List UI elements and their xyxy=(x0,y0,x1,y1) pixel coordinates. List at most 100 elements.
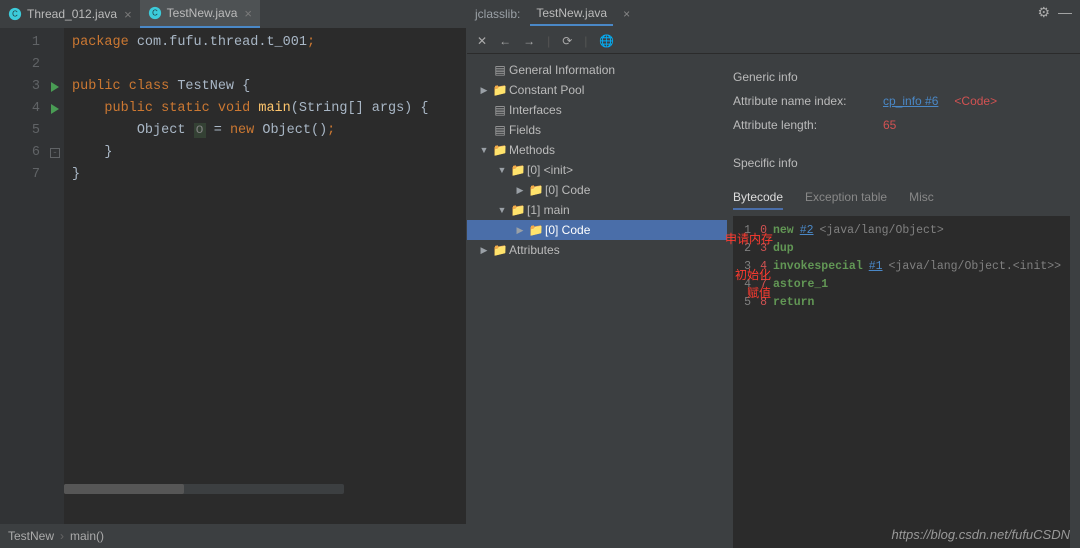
breadcrumb-item[interactable]: main() xyxy=(70,529,104,543)
breadcrumb-item[interactable]: TestNew xyxy=(8,529,54,543)
bc-cp-ref[interactable]: #2 xyxy=(800,222,814,240)
tree-row[interactable]: ▶📁Constant Pool xyxy=(467,80,727,100)
separator: | xyxy=(584,34,587,48)
bc-line: 3 xyxy=(741,258,751,276)
panel-header: jclasslib: TestNew.java × ⚙ — xyxy=(467,0,1080,28)
close-icon[interactable]: × xyxy=(623,7,630,21)
bc-opcode: dup xyxy=(773,240,794,258)
keyword: class xyxy=(129,79,178,94)
tab-bytecode[interactable]: Bytecode xyxy=(733,190,783,210)
chevron-right-icon[interactable]: ▶ xyxy=(513,225,527,236)
code-tag: <Code> xyxy=(954,94,997,108)
tree-row[interactable]: ▤General Information xyxy=(467,60,727,80)
brace: } xyxy=(104,145,112,160)
chevron-right-icon: › xyxy=(60,529,64,543)
bytecode-row: 10new #2 <java/lang/Object> xyxy=(741,222,1062,240)
tree-label: General Information xyxy=(509,63,615,77)
tree-label: Methods xyxy=(509,143,555,157)
bc-offset: 3 xyxy=(757,240,767,258)
panel-toolbar: ✕ ← → | ⟳ | 🌐 xyxy=(467,28,1080,54)
tab-misc[interactable]: Misc xyxy=(909,190,934,210)
close-button[interactable]: ✕ xyxy=(477,34,487,48)
separator: | xyxy=(547,34,550,48)
close-icon[interactable]: × xyxy=(244,6,252,21)
punct: ; xyxy=(327,123,335,138)
panel-tab[interactable]: TestNew.java xyxy=(530,2,613,26)
bc-opcode: return xyxy=(773,294,814,312)
tab-exception-table[interactable]: Exception table xyxy=(805,190,887,210)
keyword: public xyxy=(72,79,129,94)
bc-offset: 8 xyxy=(757,294,767,312)
code-editor[interactable]: 1 2 3 4 5 6 7 - package com.fufu.thread.… xyxy=(0,28,466,524)
tree-label: [0] Code xyxy=(545,183,590,197)
bytecode-row: 58 return xyxy=(741,294,1062,312)
breadcrumb: TestNew › main() xyxy=(0,524,466,548)
chevron-down-icon[interactable]: ▼ xyxy=(495,205,509,215)
line-number: 2 xyxy=(0,54,40,76)
chevron-right-icon[interactable]: ▶ xyxy=(477,85,491,96)
run-icon[interactable] xyxy=(51,82,59,92)
tree-row[interactable]: ▶📁[0] Code xyxy=(467,220,727,240)
tree-row[interactable]: ▶📁Attributes xyxy=(467,240,727,260)
chevron-down-icon[interactable]: ▼ xyxy=(495,165,509,175)
app-root: C Thread_012.java × C TestNew.java × 1 2… xyxy=(0,0,1080,548)
bc-comment: <java/lang/Object> xyxy=(820,222,944,240)
editor-tab-testnew[interactable]: C TestNew.java × xyxy=(140,0,260,28)
bc-line: 1 xyxy=(741,222,751,240)
folder-icon: 📁 xyxy=(491,143,509,157)
chevron-right-icon[interactable]: ▶ xyxy=(513,185,527,196)
keyword: public xyxy=(104,101,161,116)
tree-row[interactable]: ▼📁[1] main xyxy=(467,200,727,220)
keyword: void xyxy=(218,101,259,116)
tree-row[interactable]: ▼📁[0] <init> xyxy=(467,160,727,180)
bc-line: 2 xyxy=(741,240,751,258)
method-name: main xyxy=(258,101,290,116)
editor-tab-thread012[interactable]: C Thread_012.java × xyxy=(0,0,140,28)
watermark: https://blog.csdn.net/fufuCSDN xyxy=(892,527,1070,542)
tree-label: Fields xyxy=(509,123,541,137)
subtabs: Bytecode Exception table Misc xyxy=(733,190,1070,210)
bc-comment: <java/lang/Object.<init>> xyxy=(889,258,1062,276)
folder-icon: 📁 xyxy=(491,243,509,257)
punct: ; xyxy=(307,35,315,50)
web-button[interactable]: 🌐 xyxy=(599,34,614,48)
variable: o xyxy=(194,123,206,138)
bc-cp-ref[interactable]: #1 xyxy=(869,258,883,276)
section-title: Specific info xyxy=(733,156,1070,170)
cp-info-link[interactable]: cp_info #6 xyxy=(883,94,938,108)
keyword: package xyxy=(72,35,129,50)
line-number: 3 xyxy=(0,76,40,98)
editor-tabs: C Thread_012.java × C TestNew.java × xyxy=(0,0,466,28)
bc-opcode: astore_1 xyxy=(773,276,828,294)
minimize-icon[interactable]: — xyxy=(1058,4,1072,21)
operator: = xyxy=(206,123,230,138)
bc-line: 5 xyxy=(741,294,751,312)
brace: { xyxy=(242,79,250,94)
chevron-right-icon[interactable]: ▶ xyxy=(477,245,491,256)
gear-icon[interactable]: ⚙ xyxy=(1037,4,1050,21)
tree-row[interactable]: ▶📁[0] Code xyxy=(467,180,727,200)
forward-button[interactable]: → xyxy=(523,34,535,48)
line-number: 6 xyxy=(0,142,40,164)
editor-tab-label: TestNew.java xyxy=(167,6,238,20)
code-content[interactable]: package com.fufu.thread.t_001; public cl… xyxy=(64,28,466,524)
scrollbar-thumb[interactable] xyxy=(64,484,184,494)
tree-row[interactable]: ▼📁Methods xyxy=(467,140,727,160)
bytecode-row: 23 dup xyxy=(741,240,1062,258)
params: (String[] args) { xyxy=(291,101,429,116)
run-icon[interactable] xyxy=(51,104,59,114)
bc-offset: 0 xyxy=(757,222,767,240)
chevron-down-icon[interactable]: ▼ xyxy=(477,145,491,155)
tree-label: Constant Pool xyxy=(509,83,584,97)
close-icon[interactable]: × xyxy=(124,7,132,22)
fold-icon[interactable]: - xyxy=(50,148,60,158)
bc-line: 4 xyxy=(741,276,751,294)
tree-row[interactable]: ▤Interfaces xyxy=(467,100,727,120)
line-number-gutter: 1 2 3 4 5 6 7 xyxy=(0,28,46,524)
attr-length-row: Attribute length: 65 xyxy=(733,118,1070,132)
bc-offset: 7 xyxy=(757,276,767,294)
horizontal-scrollbar[interactable] xyxy=(64,484,344,494)
reload-button[interactable]: ⟳ xyxy=(562,34,572,48)
back-button[interactable]: ← xyxy=(499,34,511,48)
tree-row[interactable]: ▤Fields xyxy=(467,120,727,140)
